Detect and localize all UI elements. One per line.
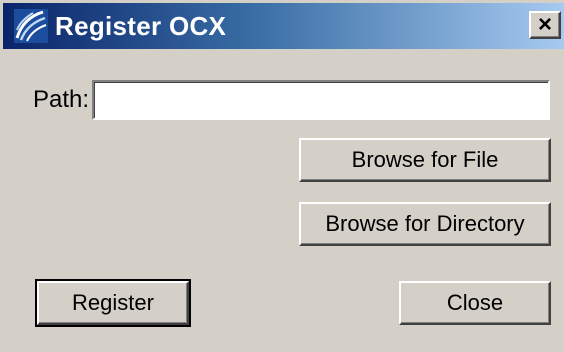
register-button[interactable]: Register (35, 279, 191, 327)
browse-for-file-button[interactable]: Browse for File (299, 138, 551, 182)
path-label: Path: (33, 86, 90, 113)
ocx-app-icon (13, 8, 49, 44)
browse-for-directory-button[interactable]: Browse for Directory (299, 202, 551, 246)
close-icon[interactable]: × (529, 11, 561, 39)
close-button[interactable]: Close (399, 281, 551, 325)
path-input[interactable] (92, 80, 550, 120)
register-ocx-dialog: Register OCX × Path: Browse for File Bro… (0, 0, 564, 352)
window-title: Register OCX (55, 10, 227, 41)
title-bar[interactable]: Register OCX × (3, 3, 564, 49)
